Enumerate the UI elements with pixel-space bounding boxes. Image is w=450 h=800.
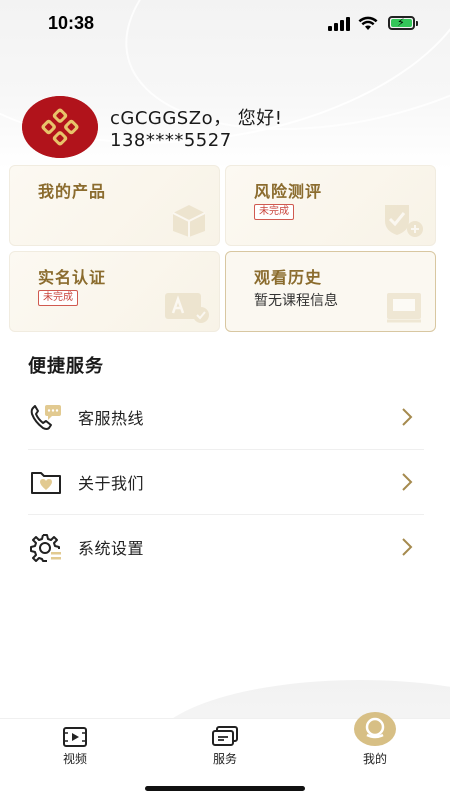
video-icon (63, 727, 87, 747)
status-bar: 10:38 ⚡ (0, 0, 450, 48)
tab-video[interactable]: 视频 (35, 719, 115, 779)
service-icon (212, 726, 238, 746)
chevron-right-icon (402, 538, 413, 556)
card-my-products[interactable]: 我的产品 (9, 165, 220, 246)
chevron-right-icon (402, 473, 413, 491)
section-title: 便捷服务 (28, 356, 104, 377)
phone-chat-icon (28, 402, 64, 432)
status-time: 10:38 (48, 13, 95, 33)
chevron-right-icon (402, 408, 413, 426)
user-phone: 138****5527 (110, 130, 232, 151)
card-risk-assessment[interactable]: 风险测评 未完成 (225, 165, 436, 246)
tab-service[interactable]: 服务 (185, 719, 265, 779)
status-badge: 未完成 (38, 290, 78, 306)
card-subtitle: 暂无课程信息 (254, 293, 338, 309)
wifi-icon (358, 16, 378, 30)
id-card-icon (165, 293, 209, 323)
shield-check-icon (385, 205, 423, 237)
row-label: 客服热线 (78, 409, 145, 428)
home-indicator (145, 786, 305, 791)
card-title: 实名认证 (38, 268, 107, 287)
card-title: 观看历史 (254, 268, 323, 287)
tab-label: 视频 (62, 752, 87, 766)
avatar[interactable] (22, 96, 98, 158)
folder-heart-icon (28, 467, 64, 497)
battery-icon: ⚡ (388, 16, 418, 30)
tab-mine[interactable]: 我的 (335, 712, 415, 779)
play-book-icon (387, 293, 421, 323)
status-badge: 未完成 (254, 204, 294, 220)
tab-label: 服务 (212, 752, 237, 766)
card-title: 风险测评 (254, 182, 323, 201)
profile-icon (354, 712, 396, 746)
tab-label: 我的 (362, 752, 387, 766)
logo-icon (22, 96, 98, 158)
card-watch-history[interactable]: 观看历史 暂无课程信息 (225, 251, 436, 332)
user-greeting: cGCGGSZo， 您好! (110, 108, 283, 129)
system-settings-row[interactable]: 系统设置 (28, 515, 424, 579)
gear-icon (28, 532, 64, 562)
row-label: 系统设置 (78, 539, 145, 558)
box-icon (172, 205, 206, 237)
signal-icon (328, 17, 352, 31)
row-label: 关于我们 (78, 474, 145, 493)
card-real-name-verification[interactable]: 实名认证 未完成 (9, 251, 220, 332)
service-hotline-row[interactable]: 客服热线 (28, 385, 424, 449)
card-title: 我的产品 (38, 182, 107, 201)
about-us-row[interactable]: 关于我们 (28, 450, 424, 514)
